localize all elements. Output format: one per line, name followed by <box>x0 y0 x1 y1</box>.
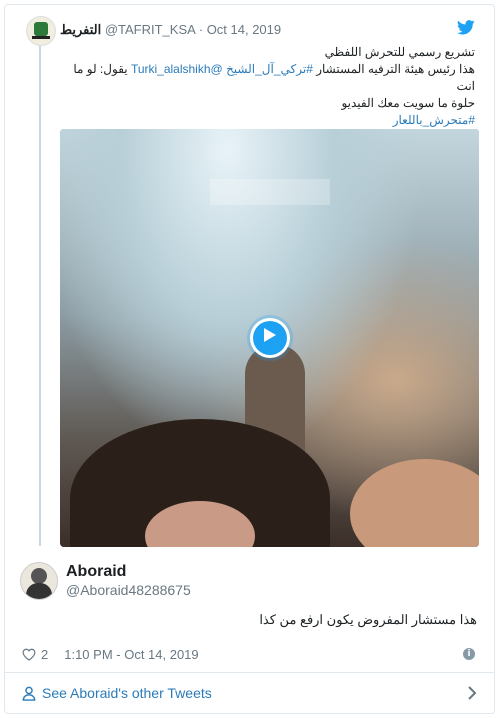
play-icon <box>263 328 276 342</box>
video-thumbnail[interactable] <box>60 129 479 547</box>
author-name[interactable]: Aboraid <box>66 563 126 581</box>
like-count[interactable]: 2 <box>41 647 48 662</box>
separator-dot: · <box>198 22 204 37</box>
heart-icon[interactable] <box>22 648 36 661</box>
play-button[interactable] <box>249 318 290 358</box>
quote-thread-line <box>39 46 41 546</box>
person-icon <box>22 686 36 701</box>
quoted-tweet-header: التفريط @TAFRIT_KSA · Oct 14, 2019 <box>60 22 281 38</box>
tweet-meta: 2 1:10 PM - Oct 14, 2019 <box>22 647 199 662</box>
avatar[interactable] <box>20 562 58 600</box>
author-handle[interactable]: @Aboraid48288675 <box>66 582 191 598</box>
info-icon[interactable]: i <box>463 648 475 660</box>
see-other-tweets-link[interactable]: See Aboraid's other Tweets <box>22 685 212 701</box>
quoted-line-1: تشريع رسمي للتحرش اللفظي <box>324 45 475 59</box>
quoted-author-handle[interactable]: @TAFRIT_KSA <box>105 22 195 37</box>
chevron-right-icon[interactable] <box>467 685 477 701</box>
twitter-bird-icon[interactable] <box>457 20 475 35</box>
timestamp[interactable]: 1:10 PM - Oct 14, 2019 <box>64 647 198 662</box>
quoted-line-2: هذا رئيس هيئة الترفيه المستشار #تركي_آل_… <box>73 62 475 93</box>
quoted-line-3: حلوة ما سويت معك الفيديو <box>341 96 475 110</box>
quoted-author-name[interactable]: التفريط <box>60 22 101 37</box>
tweet-text: هذا مستشار المفروض يكون ارفع من كذا <box>259 612 477 627</box>
hashtag-link-2[interactable]: #متحرش_باللعار <box>393 113 475 127</box>
divider <box>4 672 495 673</box>
quoted-line-4: #متحرش_باللعار <box>55 112 475 129</box>
quoted-avatar[interactable] <box>26 16 56 46</box>
crest-icon <box>34 22 48 36</box>
mention-link[interactable]: @Turki_alalshikh <box>131 62 223 76</box>
quoted-tweet-text: تشريع رسمي للتحرش اللفظي هذا رئيس هيئة ا… <box>55 44 475 129</box>
hashtag-link[interactable]: #تركي_آل_الشيخ <box>226 62 313 76</box>
quoted-date[interactable]: Oct 14, 2019 <box>207 22 281 37</box>
footer-link-label[interactable]: See Aboraid's other Tweets <box>42 685 212 701</box>
